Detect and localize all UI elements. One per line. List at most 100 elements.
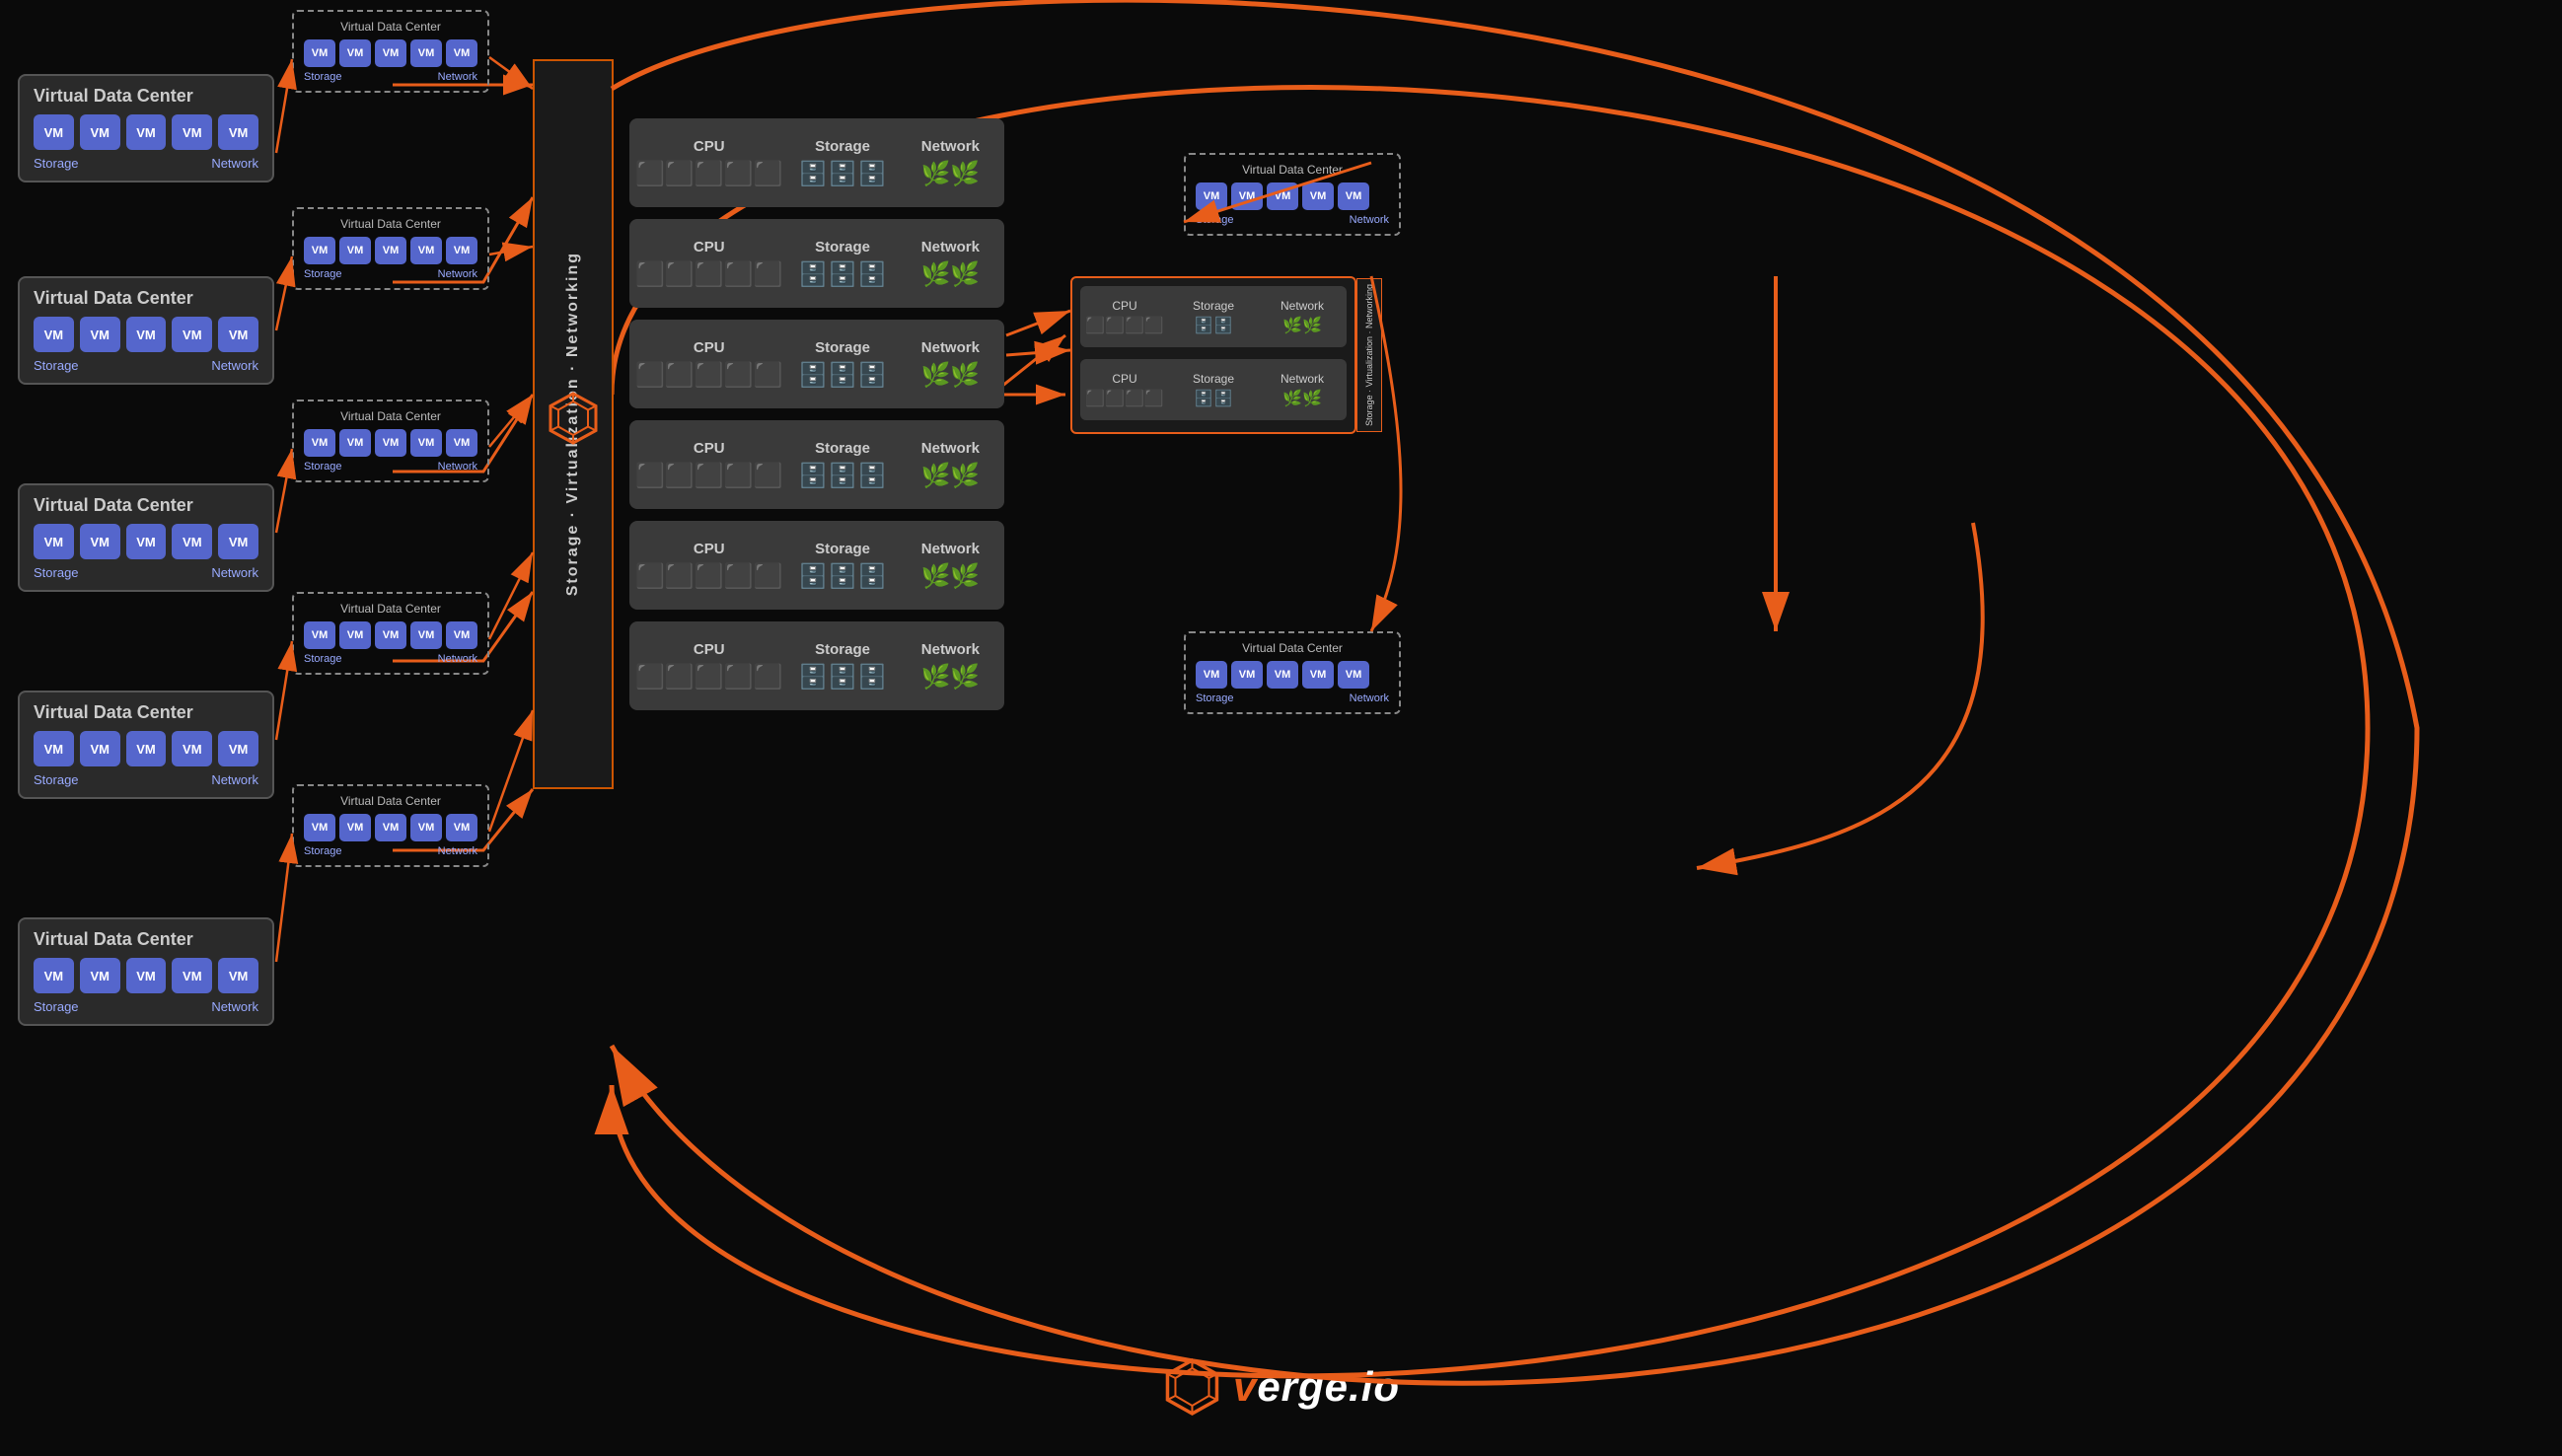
- vdc-right-1: Virtual Data Center VM VM VM VM VM Stora…: [1184, 153, 1401, 236]
- cpu-label: CPU: [694, 138, 725, 155]
- vm-box: VM: [172, 114, 212, 150]
- server-row-3: CPU ⬛⬛⬛⬛⬛ Storage 🗄️🗄️🗄️ Network 🌿🌿: [629, 320, 1004, 408]
- vm-box-sm: VM: [446, 814, 477, 841]
- cpu-label: CPU: [694, 541, 725, 557]
- storage-cell: Storage 🗄️🗄️🗄️: [788, 320, 896, 408]
- network-label: Network: [438, 461, 477, 473]
- vm-box: VM: [126, 114, 167, 150]
- vdc-mid-3-vm-row: VM VM VM VM VM: [304, 429, 477, 457]
- vm-box: VM: [34, 958, 74, 993]
- vdc-left-1-title: Virtual Data Center: [34, 86, 258, 107]
- vergeo-logo-text: verge.io: [1233, 1363, 1400, 1411]
- vdc-left-3-labels: Storage Network: [34, 565, 258, 580]
- vdc-mid-3: Virtual Data Center VM VM VM VM VM Stora…: [292, 400, 489, 482]
- network-label: Network: [211, 156, 258, 171]
- cpu-label: CPU: [694, 239, 725, 255]
- vm-box-sm: VM: [446, 621, 477, 649]
- network-label: Network: [1281, 372, 1324, 386]
- vergeos-logo-icon: [1162, 1357, 1221, 1417]
- cpu-icon: ⬛⬛⬛⬛⬛: [635, 562, 782, 591]
- vdc-mid-1-vm-row: VM VM VM VM VM: [304, 39, 477, 67]
- vm-box-sm: VM: [339, 621, 371, 649]
- vm-box: VM: [80, 958, 120, 993]
- vm-box: VM: [218, 114, 258, 150]
- vdc-left-2-title: Virtual Data Center: [34, 288, 258, 309]
- vm-box: VM: [80, 317, 120, 352]
- storage-icon: 🗄️🗄️: [1194, 389, 1233, 408]
- storage-label: Storage: [34, 565, 79, 580]
- network-cell: Network 🌿🌿: [897, 320, 1004, 408]
- vm-box-sm: VM: [375, 237, 406, 264]
- server-row-2: CPU ⬛⬛⬛⬛⬛ Storage 🗄️🗄️🗄️ Network 🌿🌿: [629, 219, 1004, 308]
- cpu-label: CPU: [1112, 299, 1136, 313]
- vm-box-sm: VM: [1267, 661, 1298, 689]
- vm-box: VM: [126, 731, 167, 766]
- vm-box: VM: [218, 731, 258, 766]
- storage-label: Storage: [1193, 372, 1234, 386]
- vdc-mid-4-title: Virtual Data Center: [304, 602, 477, 616]
- network-label: Network: [211, 772, 258, 787]
- storage-icon: 🗄️🗄️: [1194, 316, 1233, 335]
- cpu-icon: ⬛⬛⬛⬛⬛: [635, 160, 782, 188]
- network-label: Network: [921, 541, 980, 557]
- rserver-1: CPU ⬛⬛⬛⬛ Storage 🗄️🗄️ Network 🌿🌿: [1080, 286, 1347, 347]
- vm-box: VM: [126, 524, 167, 559]
- vm-box-sm: VM: [1231, 661, 1263, 689]
- cpu-icon: ⬛⬛⬛⬛⬛: [635, 361, 782, 390]
- network-icon: 🌿🌿: [1282, 389, 1322, 408]
- storage-label: Storage: [1193, 299, 1234, 313]
- storage-label: Storage: [304, 71, 342, 83]
- vdc-mid-4-vm-row: VM VM VM VM VM: [304, 621, 477, 649]
- storage-label: Storage: [1196, 214, 1234, 226]
- vm-box-sm: VM: [304, 621, 335, 649]
- storage-icon: 🗄️🗄️🗄️: [798, 160, 887, 188]
- storage-icon: 🗄️🗄️🗄️: [798, 260, 887, 289]
- vdc-left-2-labels: Storage Network: [34, 358, 258, 373]
- vdc-mid-1-title: Virtual Data Center: [304, 20, 477, 34]
- vdc-mid-2: Virtual Data Center VM VM VM VM VM Stora…: [292, 207, 489, 290]
- storage-label: Storage: [815, 339, 870, 356]
- vm-box-sm: VM: [410, 39, 442, 67]
- vdc-mid-4-labels: Storage Network: [304, 653, 477, 665]
- vdc-mid-3-title: Virtual Data Center: [304, 409, 477, 423]
- vdc-left-5-vm-row: VM VM VM VM VM: [34, 958, 258, 993]
- storage-icon: 🗄️🗄️🗄️: [798, 562, 887, 591]
- vdc-left-1: Virtual Data Center VM VM VM VM VM Stora…: [18, 74, 274, 182]
- cpu-label: CPU: [694, 641, 725, 658]
- cpu-icon: ⬛⬛⬛⬛⬛: [635, 462, 782, 490]
- network-cell: Network 🌿🌿: [897, 420, 1004, 509]
- storage-label: Storage: [815, 541, 870, 557]
- vdc-right-2-title: Virtual Data Center: [1196, 641, 1389, 655]
- vm-box-sm: VM: [1302, 661, 1334, 689]
- vdc-left-1-vm-row: VM VM VM VM VM: [34, 114, 258, 150]
- vdc-mid-5: Virtual Data Center VM VM VM VM VM Stora…: [292, 784, 489, 867]
- vm-box-sm: VM: [410, 814, 442, 841]
- vdc-left-5: Virtual Data Center VM VM VM VM VM Stora…: [18, 917, 274, 1026]
- vm-box-sm: VM: [339, 429, 371, 457]
- vm-box-sm: VM: [1267, 182, 1298, 210]
- storage-label: Storage: [815, 440, 870, 457]
- network-label: Network: [1350, 214, 1389, 226]
- vm-box: VM: [172, 731, 212, 766]
- storage-cell: Storage 🗄️🗄️🗄️: [788, 219, 896, 308]
- cpu-label: CPU: [694, 339, 725, 356]
- vdc-mid-4: Virtual Data Center VM VM VM VM VM Stora…: [292, 592, 489, 675]
- vdc-left-3: Virtual Data Center VM VM VM VM VM Stora…: [18, 483, 274, 592]
- vm-box-sm: VM: [339, 814, 371, 841]
- vdc-left-5-title: Virtual Data Center: [34, 929, 258, 950]
- vm-box-sm: VM: [1196, 182, 1227, 210]
- network-label: Network: [921, 339, 980, 356]
- storage-cell: Storage 🗄️🗄️🗄️: [788, 420, 896, 509]
- vm-box: VM: [126, 317, 167, 352]
- vm-box-sm: VM: [304, 39, 335, 67]
- server-row-5: CPU ⬛⬛⬛⬛⬛ Storage 🗄️🗄️🗄️ Network 🌿🌿: [629, 521, 1004, 610]
- vdc-mid-5-title: Virtual Data Center: [304, 794, 477, 808]
- vdc-right-1-labels: Storage Network: [1196, 214, 1389, 226]
- vm-box-sm: VM: [375, 621, 406, 649]
- vdc-right-2: Virtual Data Center VM VM VM VM VM Stora…: [1184, 631, 1401, 714]
- vdc-left-4: Virtual Data Center VM VM VM VM VM Stora…: [18, 691, 274, 799]
- storage-icon: 🗄️🗄️🗄️: [798, 462, 887, 490]
- cpu-cell: CPU ⬛⬛⬛⬛⬛: [629, 118, 788, 207]
- vdc-left-4-labels: Storage Network: [34, 772, 258, 787]
- vdc-left-3-title: Virtual Data Center: [34, 495, 258, 516]
